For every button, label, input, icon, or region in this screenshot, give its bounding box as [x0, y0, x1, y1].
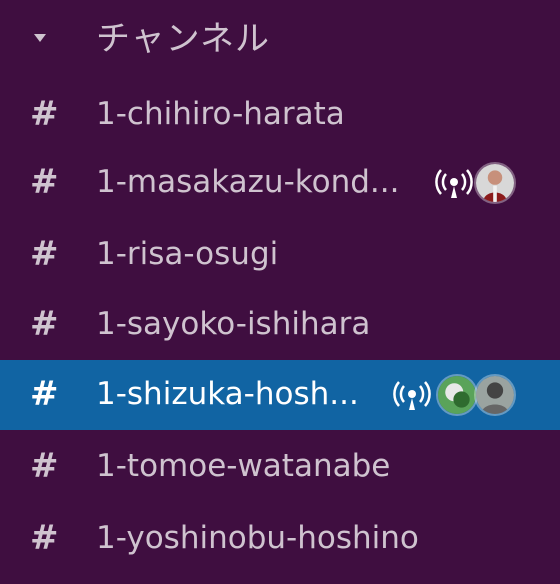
section-title: チャンネル — [96, 19, 270, 59]
avatar[interactable] — [474, 374, 516, 416]
hash-icon: # — [30, 162, 59, 202]
channels-section-header[interactable]: チャンネル — [0, 10, 560, 68]
caret-down-icon[interactable] — [34, 34, 46, 42]
channel-item-1-risa-osugi[interactable]: # 1-risa-osugi — [0, 220, 560, 290]
channel-sidebar: チャンネル # 1-chihiro-harata # 1-masakazu-ko… — [0, 0, 560, 584]
avatar[interactable] — [436, 374, 478, 416]
channel-item-1-sayoko-ishihara[interactable]: # 1-sayoko-ishihara — [0, 290, 560, 360]
channel-name: 1-shizuka-hosh... — [96, 376, 359, 412]
channel-item-1-shizuka-hosh[interactable]: # 1-shizuka-hosh... — [0, 360, 560, 430]
huddle-icon[interactable] — [434, 164, 474, 204]
channel-name: 1-sayoko-ishihara — [96, 306, 371, 342]
hash-icon: # — [30, 374, 59, 414]
channel-item-1-yoshinobu-hoshino[interactable]: # 1-yoshinobu-hoshino — [0, 504, 560, 574]
channel-name: 1-risa-osugi — [96, 236, 279, 272]
channel-name: 1-yoshinobu-hoshino — [96, 520, 419, 556]
channel-item-1-chihiro-harata[interactable]: # 1-chihiro-harata — [0, 80, 560, 150]
hash-icon: # — [30, 234, 59, 274]
channel-name: 1-tomoe-watanabe — [96, 448, 391, 484]
channel-name: 1-chihiro-harata — [96, 96, 345, 132]
hash-icon: # — [30, 94, 59, 134]
huddle-icon[interactable] — [392, 376, 432, 416]
channel-item-1-tomoe-watanabe[interactable]: # 1-tomoe-watanabe — [0, 432, 560, 502]
hash-icon: # — [30, 518, 59, 558]
hash-icon: # — [30, 304, 59, 344]
avatar[interactable] — [474, 162, 516, 204]
channel-name: 1-masakazu-kond... — [96, 164, 400, 200]
channel-item-1-masakazu-kond[interactable]: # 1-masakazu-kond... — [0, 148, 560, 218]
hash-icon: # — [30, 446, 59, 486]
